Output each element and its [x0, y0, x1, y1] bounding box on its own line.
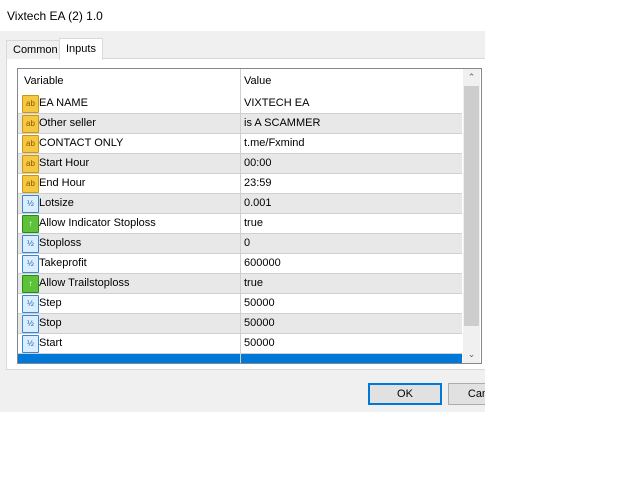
scroll-up-icon[interactable]: ⌃ [463, 69, 480, 86]
ok-button[interactable]: OK [368, 383, 442, 405]
variable-value[interactable]: 50000 [244, 294, 275, 313]
number-type-icon: ½ [22, 235, 39, 253]
string-type-icon: ab [22, 155, 39, 173]
variable-name: Step [39, 297, 62, 309]
dialog-title: Vixtech EA (2) 1.0 [7, 9, 103, 23]
variable-value[interactable]: 00:00 [244, 154, 272, 173]
number-type-icon: ½ [22, 315, 39, 333]
number-type-icon: ½ [22, 195, 39, 213]
vertical-scrollbar[interactable]: ⌃ ⌄ [463, 69, 480, 363]
variable-name: CONTACT ONLY [39, 137, 124, 149]
boolean-type-icon: ↑ [22, 215, 39, 233]
variable-value[interactable]: 0.001 [244, 194, 272, 213]
variable-value[interactable]: t.me/Fxmind [244, 134, 305, 153]
variable-value[interactable]: 23:59 [244, 174, 272, 193]
variable-value[interactable]: true [244, 214, 263, 233]
number-type-icon: ½ [22, 295, 39, 313]
variable-name: Lotsize [39, 197, 74, 209]
variable-name: Start Hour [39, 157, 90, 169]
variable-value[interactable]: is A SCAMMER [244, 114, 320, 133]
column-header-value[interactable]: Value [244, 69, 271, 94]
variable-name: Allow Indicator Stoploss [39, 217, 156, 229]
number-type-icon: ½ [22, 255, 39, 273]
ea-properties-dialog: Vixtech EA (2) 1.0 Common Inputs Variabl… [0, 0, 485, 412]
column-divider[interactable] [240, 69, 241, 363]
scroll-down-icon[interactable]: ⌄ [463, 346, 480, 363]
number-type-icon: ½ [22, 335, 39, 353]
variable-value[interactable]: VIXTECH EA [244, 94, 309, 113]
variable-value[interactable]: 50000 [244, 334, 275, 353]
variable-name: End Hour [39, 177, 86, 189]
variable-name: Allow Trailstoploss [39, 277, 130, 289]
variable-value[interactable]: true [244, 274, 263, 293]
boolean-type-icon: ↑ [22, 275, 39, 293]
tab-inputs[interactable]: Inputs [59, 38, 103, 60]
string-type-icon: ab [22, 175, 39, 193]
string-type-icon: ab [22, 95, 39, 113]
variable-value[interactable]: 50000 [244, 314, 275, 333]
column-header-variable[interactable]: Variable [24, 69, 64, 94]
tab-common[interactable]: Common [6, 40, 65, 59]
string-type-icon: ab [22, 135, 39, 153]
variable-name: Stoploss [39, 237, 82, 249]
cancel-button[interactable]: Cancel [448, 383, 485, 405]
variable-name: Takeprofit [39, 257, 87, 269]
variable-name: Other seller [39, 117, 96, 129]
inputs-list: Variable Value ab EA NAME VIXTECH EA ab O… [17, 68, 482, 364]
title-bar: Vixtech EA (2) 1.0 [0, 0, 485, 31]
variable-name: Stop [39, 317, 62, 329]
scrollbar-thumb[interactable] [464, 86, 479, 326]
variable-value[interactable]: 600000 [244, 254, 281, 273]
variable-name: Start [39, 337, 63, 349]
variable-value[interactable]: 0 [244, 234, 250, 253]
variable-name: EA NAME [39, 97, 88, 109]
string-type-icon: ab [22, 115, 39, 133]
